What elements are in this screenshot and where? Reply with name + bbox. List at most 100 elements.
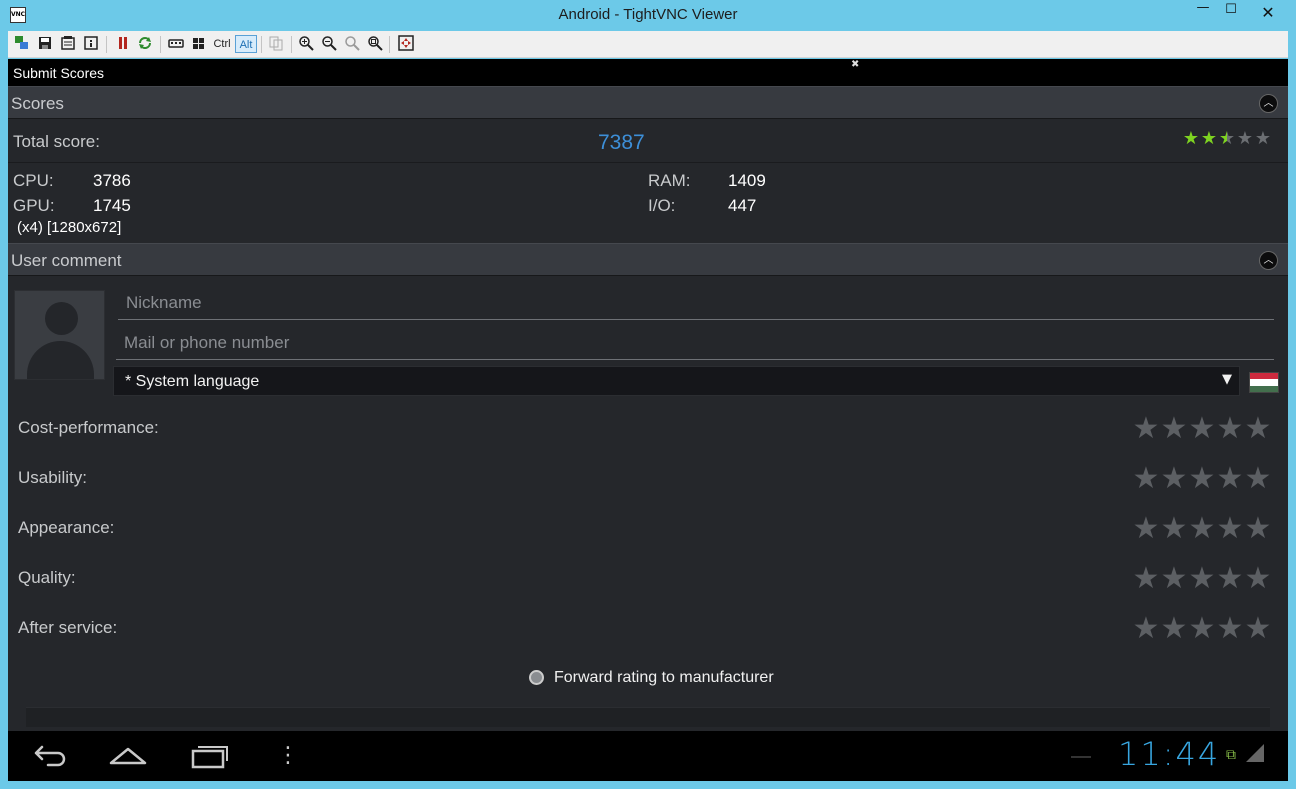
- star-icon[interactable]: ★: [1132, 564, 1160, 594]
- info-icon[interactable]: [82, 35, 100, 53]
- zoom-fit-icon[interactable]: [366, 35, 384, 53]
- android-screen[interactable]: Submit Scores ✖ Scores ︿ Total score: 73…: [8, 59, 1288, 781]
- fullscreen-icon[interactable]: [397, 35, 415, 53]
- status-clock: 11:44: [1118, 735, 1221, 773]
- new-connection-icon[interactable]: [13, 35, 31, 53]
- signal-icon: [1246, 744, 1264, 762]
- rating-label: Appearance:: [18, 518, 115, 537]
- android-nav-bar: ⋮ 11:44 ⧉: [8, 731, 1288, 781]
- star-icon[interactable]: ★: [1244, 414, 1272, 444]
- rating-stars[interactable]: ★★★★★: [1132, 564, 1272, 594]
- rating-star-icon: ★: [1236, 128, 1254, 149]
- total-score-rating: ★ ★ ★ ★ ★: [1182, 129, 1272, 149]
- mail-field[interactable]: [116, 326, 1274, 360]
- star-icon[interactable]: ★: [1188, 564, 1216, 594]
- mail-input[interactable]: [116, 326, 1274, 359]
- star-icon[interactable]: ★: [1132, 514, 1160, 544]
- ctrl-alt-del-icon[interactable]: [167, 35, 185, 53]
- scores-section-header[interactable]: Scores ︿: [8, 86, 1288, 119]
- action-bar-title: Submit Scores: [13, 65, 105, 81]
- maximize-button[interactable]: ☐: [1216, 2, 1246, 26]
- cpu-label: CPU:: [13, 171, 54, 190]
- star-icon[interactable]: ★: [1244, 514, 1272, 544]
- nickname-input[interactable]: [118, 286, 1274, 319]
- refresh-icon[interactable]: [136, 35, 154, 53]
- star-icon[interactable]: ★: [1160, 614, 1188, 644]
- star-icon[interactable]: ★: [1188, 614, 1216, 644]
- dropdown-arrow-icon: ▼: [1222, 372, 1232, 387]
- star-icon[interactable]: ★: [1188, 464, 1216, 494]
- io-value: 447: [728, 196, 757, 215]
- rating-label: Quality:: [18, 568, 76, 587]
- close-button[interactable]: ✕: [1248, 3, 1288, 27]
- scores-section-title: Scores: [11, 94, 64, 113]
- star-icon[interactable]: ★: [1160, 464, 1188, 494]
- star-icon[interactable]: ★: [1216, 464, 1244, 494]
- save-icon[interactable]: [36, 35, 54, 53]
- rating-stars[interactable]: ★★★★★: [1132, 614, 1272, 644]
- star-icon[interactable]: ★: [1188, 414, 1216, 444]
- title-bar: VNC Android - TightVNC Viewer — ☐ ✕: [0, 0, 1296, 31]
- star-icon[interactable]: ★: [1216, 414, 1244, 444]
- language-select[interactable]: * System language ▼: [113, 366, 1240, 396]
- ram-value: 1409: [728, 171, 766, 190]
- star-icon[interactable]: ★: [1244, 464, 1272, 494]
- alt-key-button[interactable]: Alt: [235, 35, 257, 53]
- star-icon[interactable]: ★: [1216, 564, 1244, 594]
- comment-section-header[interactable]: User comment ︿: [8, 243, 1288, 276]
- total-score-label: Total score:: [13, 132, 100, 151]
- ctrl-key-button[interactable]: Ctrl: [211, 35, 233, 53]
- star-icon[interactable]: ★: [1244, 614, 1272, 644]
- rating-label: After service:: [18, 618, 118, 637]
- rating-stars[interactable]: ★★★★★: [1132, 414, 1272, 444]
- network-icon: ⧉: [1226, 747, 1236, 763]
- star-icon[interactable]: ★: [1244, 564, 1272, 594]
- vnc-toolbar: Ctrl Alt: [8, 31, 1288, 58]
- star-icon[interactable]: ★: [1216, 514, 1244, 544]
- comment-section-title: User comment: [11, 251, 122, 270]
- options-icon[interactable]: [59, 35, 77, 53]
- rating-star-icon: ★: [1254, 128, 1272, 149]
- zoom-100-icon[interactable]: [343, 35, 361, 53]
- cpu-value: 3786: [93, 171, 131, 190]
- forward-rating-label[interactable]: Forward rating to manufacturer: [554, 669, 774, 687]
- avatar[interactable]: [14, 290, 105, 380]
- submit-strip: [26, 707, 1270, 727]
- chevron-up-icon[interactable]: ︿: [1259, 251, 1278, 270]
- total-score-value: 7387: [598, 131, 645, 154]
- star-icon[interactable]: ★: [1160, 514, 1188, 544]
- overflow-menu-icon[interactable]: ⋮: [276, 741, 300, 771]
- gpu-label: GPU:: [13, 196, 55, 215]
- star-icon[interactable]: ★: [1160, 564, 1188, 594]
- minimize-button[interactable]: —: [1188, 0, 1218, 24]
- rating-label: Usability:: [18, 468, 87, 487]
- star-icon[interactable]: ★: [1188, 514, 1216, 544]
- rating-star-icon: ★: [1182, 128, 1200, 149]
- rating-star-icon: ★: [1218, 128, 1236, 149]
- star-icon[interactable]: ★: [1216, 614, 1244, 644]
- chevron-up-icon[interactable]: ︿: [1259, 94, 1278, 113]
- star-icon[interactable]: ★: [1132, 414, 1160, 444]
- io-label: I/O:: [648, 196, 676, 215]
- zoom-in-icon[interactable]: [297, 35, 315, 53]
- pause-icon[interactable]: [114, 35, 132, 53]
- home-icon[interactable]: [108, 741, 148, 771]
- forward-rating-radio[interactable]: [529, 670, 544, 685]
- recent-apps-icon[interactable]: [190, 741, 230, 771]
- star-icon[interactable]: ★: [1160, 414, 1188, 444]
- hungary-flag-icon[interactable]: [1249, 372, 1279, 393]
- clipboard-icon[interactable]: [267, 35, 285, 53]
- rating-stars[interactable]: ★★★★★: [1132, 464, 1272, 494]
- back-icon[interactable]: [28, 741, 68, 771]
- ram-label: RAM:: [648, 171, 691, 190]
- action-bar: Submit Scores ✖: [8, 59, 1288, 86]
- nickname-field[interactable]: [118, 286, 1274, 320]
- rating-stars[interactable]: ★★★★★: [1132, 514, 1272, 544]
- vnc-window: VNC Android - TightVNC Viewer — ☐ ✕ Ctrl…: [0, 0, 1296, 789]
- resolution-text: (x4) [1280x672]: [17, 219, 122, 236]
- zoom-out-icon[interactable]: [320, 35, 338, 53]
- star-icon[interactable]: ★: [1132, 464, 1160, 494]
- win-key-icon[interactable]: [190, 35, 208, 53]
- star-icon[interactable]: ★: [1132, 614, 1160, 644]
- window-title: Android - TightVNC Viewer: [558, 6, 738, 23]
